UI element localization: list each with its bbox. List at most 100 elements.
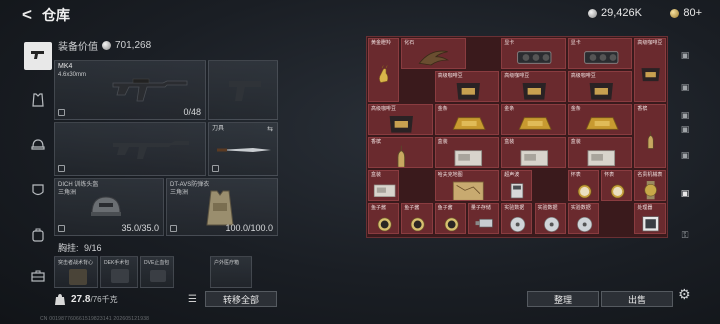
- grid-item[interactable]: 高级咖啡豆: [567, 71, 633, 102]
- coffee-bag-icon: [641, 68, 661, 82]
- storage-tab-box-icon[interactable]: ▣: [678, 48, 692, 62]
- grid-item[interactable]: 高级咖啡豆: [368, 104, 433, 135]
- helmet-name: DICH 训练头盔: [58, 182, 99, 188]
- knife-slot[interactable]: 刀具 ⇆: [208, 122, 278, 176]
- grid-item[interactable]: 鱼子酱: [368, 203, 400, 234]
- vest-item-label: DVE止血包: [144, 260, 170, 266]
- rifle-icon: [112, 78, 188, 102]
- coin-icon: [102, 41, 111, 50]
- grid-item[interactable]: 处理器: [634, 203, 666, 234]
- grid-item[interactable]: 怀表: [567, 170, 600, 201]
- helmet-icon: [31, 138, 45, 155]
- storage-tab-box-icon[interactable]: ▣: [678, 122, 692, 136]
- grid-item[interactable]: 鱼子酱: [434, 203, 466, 234]
- sort-button[interactable]: 整理: [527, 291, 599, 307]
- storage-tab-box-icon[interactable]: ▣: [678, 80, 692, 94]
- vest-icon: [31, 92, 45, 110]
- primary-weapon-slot[interactable]: MK4 4.6x30mm 0/48: [54, 60, 206, 120]
- swap-icon[interactable]: ⇆: [267, 125, 273, 133]
- vest-label: 胸挂:: [58, 243, 79, 253]
- grid-item[interactable]: 黄金瞪羚: [368, 38, 400, 102]
- secondary-weapon-slot[interactable]: [54, 122, 206, 176]
- grid-item[interactable]: 实验数据: [534, 203, 566, 234]
- helmet-slot[interactable]: DICH 训练头盔 三角洲 35.0/35.0: [54, 178, 164, 236]
- weapon-ammo: 0/48: [183, 107, 201, 117]
- vest-item-icon: [69, 269, 87, 285]
- weight-value: 27.8/76千克: [71, 294, 118, 305]
- grid-item[interactable]: 金条: [501, 104, 566, 135]
- grid-item[interactable]: 名贵机械表: [634, 170, 666, 201]
- grid-item[interactable]: 高级咖啡豆: [501, 71, 566, 102]
- backpack-icon: [31, 228, 45, 245]
- knife-label: 刀具: [212, 126, 225, 132]
- nav-pistol[interactable]: [24, 42, 52, 70]
- pistol-icon: [30, 48, 46, 64]
- storage-tab-box-icon[interactable]: ▣: [678, 108, 692, 122]
- armor-slot[interactable]: DT-AVS防弹衣 三角洲 100.0/100.0: [166, 178, 278, 236]
- watch-icon: [644, 181, 658, 200]
- grid-item[interactable]: 实验数据: [501, 203, 533, 234]
- nav-armor[interactable]: [24, 177, 52, 205]
- grid-item[interactable]: 怀表: [601, 170, 633, 201]
- vest-item-slot[interactable]: 户外医疗箱: [210, 256, 252, 288]
- disc-icon: [576, 216, 592, 232]
- equipment-value-amount: 701,268: [115, 40, 152, 51]
- box-icon: [373, 184, 396, 197]
- nav-vest[interactable]: [24, 87, 52, 115]
- grid-item[interactable]: 盒装: [368, 170, 400, 201]
- list-icon[interactable]: ☰: [188, 294, 197, 305]
- sell-button[interactable]: 出售: [601, 291, 673, 307]
- equipment-value-label: 装备价值: [58, 42, 98, 53]
- gpu-icon: [584, 51, 619, 64]
- storage-tab-lock-icon[interactable]: ⚿: [678, 228, 692, 242]
- armor-vest-icon: [206, 190, 234, 226]
- vest-item-slot[interactable]: DEK手术包: [100, 256, 138, 288]
- grid-item[interactable]: 盒装: [434, 137, 500, 168]
- vest-item-slot[interactable]: DVE止血包: [140, 256, 174, 288]
- grid-item[interactable]: 哈夫克地图: [434, 170, 500, 201]
- grid-item[interactable]: 盒装: [501, 137, 566, 168]
- weight-indicator: 27.8/76千克: [55, 290, 205, 308]
- grid-item[interactable]: 量子存储: [467, 203, 500, 234]
- slot-corner-icon: [58, 225, 65, 232]
- grid-item[interactable]: 金条: [567, 104, 633, 135]
- grid-item[interactable]: 显卡: [501, 38, 566, 69]
- box-icon: [587, 150, 615, 167]
- grid-item[interactable]: 显卡: [567, 38, 633, 69]
- weapon-caliber: 4.6x30mm: [58, 72, 87, 78]
- map-icon: [452, 181, 484, 200]
- gold-bar-icon: [452, 117, 486, 130]
- grid-item[interactable]: 盒装: [567, 137, 633, 168]
- nav-case[interactable]: [24, 263, 52, 291]
- grid-item[interactable]: 化石: [401, 38, 466, 69]
- pocket-watch-icon: [577, 184, 592, 199]
- grid-item[interactable]: 香槟: [368, 137, 433, 168]
- slot-corner-icon: [58, 165, 65, 172]
- grid-item[interactable]: 香槟: [634, 104, 666, 168]
- nav-helmet[interactable]: [24, 132, 52, 160]
- gear-icon[interactable]: ⚙: [678, 286, 691, 303]
- grid-item[interactable]: 鱼子酱: [401, 203, 433, 234]
- grid-item[interactable]: 高级咖啡豆: [434, 71, 500, 102]
- grid-item[interactable]: 实验数据: [567, 203, 600, 234]
- secondary-value: 80+: [683, 7, 702, 19]
- slot-corner-icon: [58, 109, 65, 116]
- helmet-icon: [91, 196, 121, 216]
- pistol-slot[interactable]: [208, 60, 278, 120]
- gazelle-statue-icon: [379, 65, 388, 83]
- transfer-all-button[interactable]: 转移全部: [205, 291, 277, 307]
- vest-item-slot[interactable]: 突击者战术背心: [54, 256, 98, 288]
- grid-item[interactable]: 高级咖啡豆: [634, 38, 666, 102]
- grid-item[interactable]: 金条: [434, 104, 500, 135]
- coffee-bag-icon: [589, 83, 613, 100]
- champagne-icon: [648, 131, 654, 149]
- coffee-bag-icon: [522, 83, 547, 100]
- storage-tab-box-icon[interactable]: ▣: [678, 186, 692, 200]
- lock-icon: [212, 165, 219, 172]
- storage-tab-box-icon[interactable]: ▣: [678, 148, 692, 162]
- back-button[interactable]: <: [22, 5, 40, 25]
- grid-item[interactable]: 超声波: [501, 170, 533, 201]
- secondary-currency: 80+: [670, 7, 702, 19]
- storage-grid: 黄金瞪羚 化石 显卡 显卡 高级咖啡豆 高级咖啡豆 高级咖啡豆 高级咖啡豆 高级咖啡豆 金条 金条金…: [366, 36, 668, 238]
- nav-backpack[interactable]: [24, 222, 52, 250]
